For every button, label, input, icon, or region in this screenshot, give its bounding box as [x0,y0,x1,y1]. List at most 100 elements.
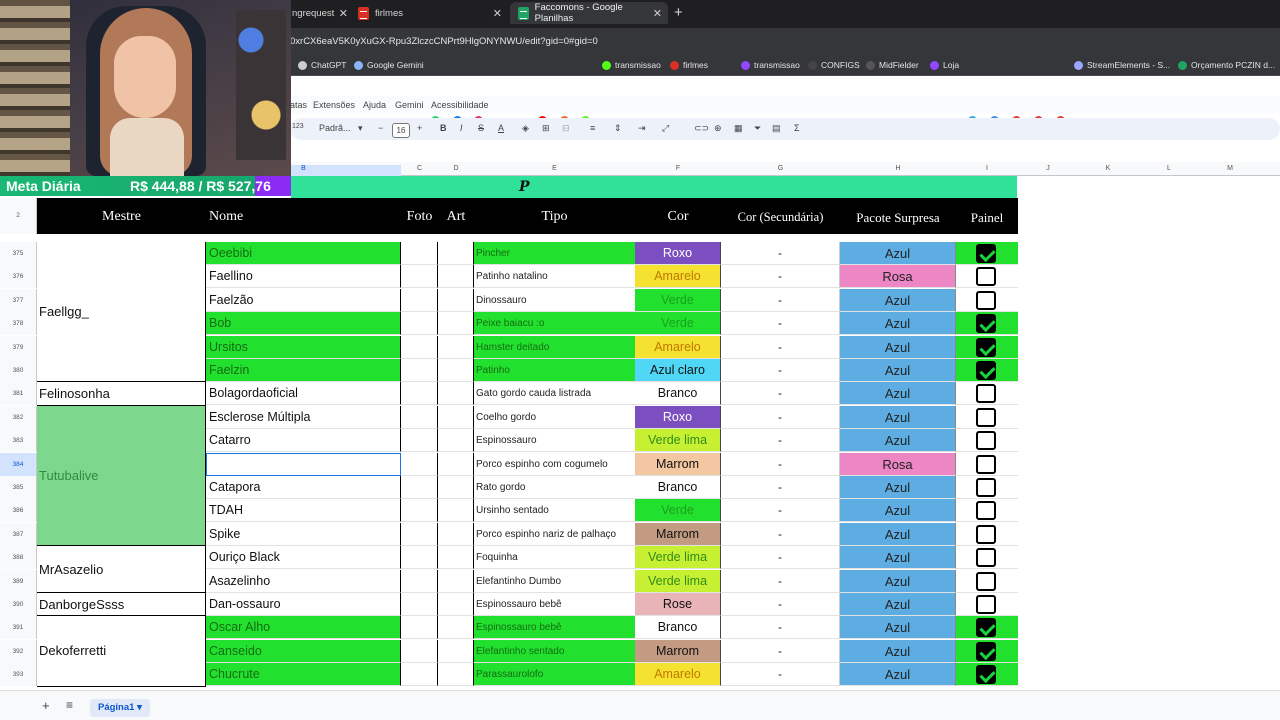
painel-checkbox[interactable] [976,290,996,310]
menu-item-ajuda[interactable]: Ajuda [363,100,386,110]
row-number[interactable]: 387 [0,522,37,546]
pacote-cell[interactable]: Azul [840,429,956,453]
cor-secundaria-cell[interactable]: - [721,569,840,593]
merge-icon[interactable]: ⊟ [562,123,570,134]
cor-cell[interactable]: Azul claro [635,359,721,382]
url-text[interactable]: 0xrCX6eaV5K0yXuGX-Rpu3ZlczcCNPrt9HlgONYN… [290,36,598,47]
art-cell[interactable] [438,335,474,359]
pacote-cell[interactable]: Azul [840,593,956,616]
column-header-e[interactable]: E [474,165,635,172]
nome-cell[interactable]: Faellino [206,265,401,289]
art-cell[interactable] [438,452,474,476]
tipo-cell[interactable]: Porco espinho nariz de palhaço [474,522,635,546]
menu-item-gemini[interactable]: Gemini [395,100,424,110]
tipo-cell[interactable]: Patinho natalino [474,265,635,289]
cor-secundaria-cell[interactable]: - [721,265,840,289]
foto-cell[interactable] [401,476,438,499]
painel-checkbox[interactable] [976,244,996,263]
cor-secundaria-cell[interactable]: - [721,546,840,570]
increase-font-icon[interactable]: + [417,123,422,133]
row-number[interactable]: 375 [0,242,37,265]
chevron-down-icon[interactable]: ▾ [358,123,363,134]
art-cell[interactable] [438,312,474,336]
fill-color-icon[interactable]: ◈ [522,123,529,134]
pacote-cell[interactable]: Azul [840,616,956,640]
art-cell[interactable] [438,639,474,663]
painel-checkbox[interactable] [976,431,996,451]
pacote-cell[interactable]: Azul [840,522,956,546]
cor-cell[interactable]: Roxo [635,242,721,265]
art-cell[interactable] [438,382,474,406]
cor-secundaria-cell[interactable]: - [721,663,840,687]
nome-cell[interactable]: Oeebibi [206,242,401,265]
pacote-cell[interactable]: Azul [840,476,956,499]
cor-cell[interactable]: Rose [635,593,721,616]
art-cell[interactable] [438,476,474,499]
foto-cell[interactable] [401,382,438,406]
painel-checkbox[interactable] [976,595,996,614]
art-cell[interactable] [438,522,474,546]
menu-item-acessibilidade[interactable]: Acessibilidade [431,100,489,110]
mestre-cell[interactable]: DanborgeSsss [37,593,206,617]
nome-cell[interactable]: Faelzin [206,359,401,382]
row-number[interactable]: 385 [0,476,37,499]
painel-checkbox[interactable] [976,665,996,685]
pacote-cell[interactable]: Azul [840,382,956,406]
column-header-f[interactable]: F [635,165,721,172]
painel-checkbox[interactable] [976,337,996,357]
filter-icon[interactable]: ⏷ [754,123,761,134]
foto-cell[interactable] [401,569,438,593]
painel-checkbox[interactable] [976,361,996,380]
cor-cell[interactable]: Amarelo [635,335,721,359]
tipo-cell[interactable]: Peixe baiacu :o [474,312,635,336]
row-number[interactable]: 376 [0,265,37,289]
cor-secundaria-cell[interactable]: - [721,639,840,663]
foto-cell[interactable] [401,335,438,359]
browser-tab[interactable]: ngrequest ✕ [284,2,354,24]
font-select[interactable]: Padrã... [319,123,351,133]
menu-item-extensoes[interactable]: Extensões [313,100,355,110]
cor-secundaria-cell[interactable]: - [721,288,840,312]
cor-secundaria-cell[interactable]: - [721,452,840,476]
cor-cell[interactable]: Verde lima [635,546,721,570]
nome-cell[interactable]: Dan-ossauro [206,593,401,616]
pacote-cell[interactable]: Azul [840,359,956,382]
wrap-icon[interactable]: ⇥ [638,123,646,134]
mestre-cell[interactable]: Tutubalive [37,405,206,547]
painel-checkbox[interactable] [976,267,996,287]
nome-cell[interactable]: Esclerose Múltipla [206,405,401,429]
filter-views-icon[interactable]: ▤ [772,123,781,134]
nome-cell[interactable]: Oscar Alho [206,616,401,640]
cor-cell[interactable]: Amarelo [635,265,721,289]
cor-cell[interactable]: Amarelo [635,663,721,687]
sheet-tab-pagina1[interactable]: Página1 ▾ [90,699,150,717]
art-cell[interactable] [438,663,474,687]
bold-icon[interactable]: B [440,123,447,133]
nome-cell[interactable]: Asazelinho [206,569,401,593]
cor-secundaria-cell[interactable]: - [721,429,840,453]
cor-cell[interactable]: Verde [635,288,721,312]
row-number[interactable]: 380 [0,359,37,382]
link-icon[interactable]: ⊂⊃ [694,123,709,134]
nome-cell[interactable]: Catapora [206,476,401,499]
new-tab-icon[interactable]: + [674,4,683,21]
nome-cell[interactable]: Catarro [206,429,401,453]
comment-icon[interactable]: ⊕ [714,123,722,134]
row-number[interactable]: 389 [0,569,37,593]
art-cell[interactable] [438,593,474,616]
art-cell[interactable] [438,288,474,312]
borders-icon[interactable]: ⊞ [542,123,550,134]
tipo-cell[interactable]: Pincher [474,242,635,265]
menu-item[interactable]: atas [290,100,307,110]
painel-checkbox[interactable] [976,548,996,568]
tipo-cell[interactable]: Elefantinho sentado [474,639,635,663]
align-icon[interactable]: ≡ [590,123,595,133]
column-header-h[interactable]: H [840,165,956,172]
nome-cell[interactable]: TDAH [206,499,401,523]
cor-secundaria-cell[interactable]: - [721,616,840,640]
row-number[interactable]: 381 [0,382,37,406]
cor-cell[interactable]: Verde lima [635,429,721,453]
row-number[interactable]: 393 [0,663,37,687]
cor-cell[interactable]: Roxo [635,405,721,429]
foto-cell[interactable] [401,452,438,476]
